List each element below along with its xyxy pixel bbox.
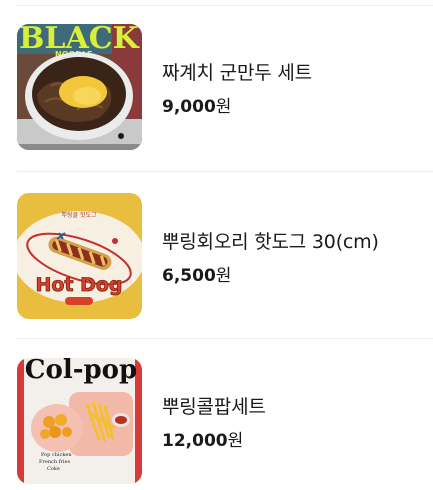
menu-item-price: 6,500원	[162, 261, 231, 286]
image-text-french-fries: French fries	[39, 459, 70, 465]
price-amount: 9,000	[162, 97, 216, 117]
image-text-colpop: Col-pop	[25, 358, 137, 385]
colpop-set-image: Col-pop Pop chicken French fries Coke	[17, 358, 142, 484]
price-currency: 원	[215, 266, 232, 286]
menu-list: BLACK NOODLE 짜계치 군만두 세트 9,000원 뿌링클 핫도그	[0, 0, 433, 490]
divider	[17, 171, 433, 172]
menu-item-name: 뿌링콜팝세트	[162, 396, 266, 418]
menu-item-hotdog[interactable]: 뿌링클 핫도그 Hot Dog 뿌링회오리 핫도그 30(cm) 6,500원	[0, 193, 433, 319]
divider	[17, 5, 433, 6]
menu-item-price: 9,000원	[162, 92, 231, 117]
price-currency: 원	[227, 431, 244, 451]
image-text-pop-chicken: Pop chicken	[41, 452, 72, 458]
price-amount: 6,500	[162, 266, 216, 286]
image-text-hotdog-en: Hot Dog	[35, 274, 122, 296]
hotdog-image: 뿌링클 핫도그 Hot Dog	[17, 193, 142, 319]
divider	[17, 338, 433, 339]
menu-item-name: 뿌링회오리 핫도그 30(cm)	[162, 231, 379, 253]
menu-item-colpop-set[interactable]: Col-pop Pop chicken French fries Coke 뿌링…	[0, 358, 433, 484]
menu-item-black-noodle-set[interactable]: BLACK NOODLE 짜계치 군만두 세트 9,000원	[0, 24, 433, 150]
price-amount: 12,000	[162, 431, 228, 451]
image-text-hotdog-kr: 뿌링클 핫도그	[61, 211, 97, 219]
black-noodle-set-image: BLACK NOODLE	[17, 24, 142, 150]
menu-item-name: 짜계치 군만두 세트	[162, 62, 312, 84]
price-currency: 원	[215, 97, 232, 117]
image-text-coke: Coke	[47, 466, 60, 472]
menu-item-price: 12,000원	[162, 426, 243, 451]
